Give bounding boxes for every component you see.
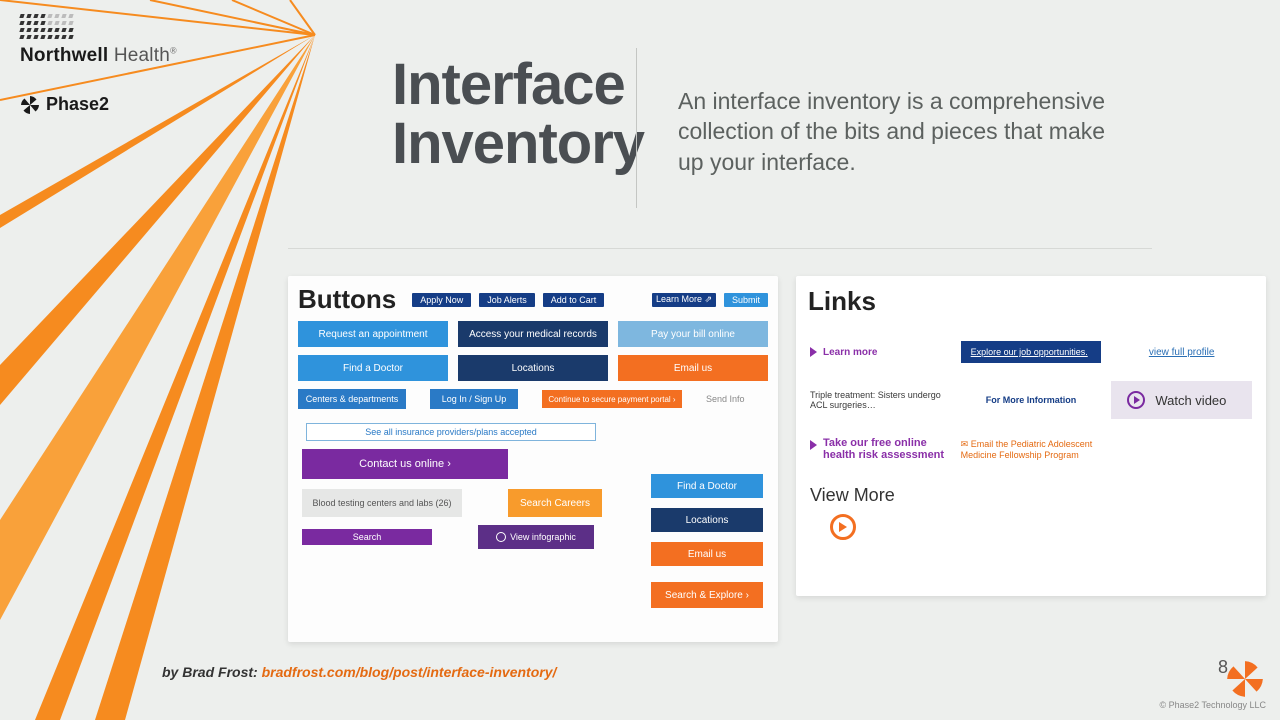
side-locations-button[interactable]: Locations: [651, 508, 763, 532]
search-explore-button[interactable]: Search & Explore ›: [651, 582, 763, 608]
add-to-cart-button[interactable]: Add to Cart: [543, 293, 605, 307]
credit-line: by Brad Frost: bradfrost.com/blog/post/i…: [162, 664, 556, 680]
links-panel: Links Learn more Explore our job opportu…: [796, 276, 1266, 596]
explore-jobs-link[interactable]: Explore our job opportunities.: [961, 341, 1102, 363]
northwell-dot-icon: [20, 14, 177, 39]
risk-assessment-link[interactable]: Take our free online health risk assessm…: [810, 437, 951, 461]
brand-block: Northwell Health®: [20, 14, 177, 67]
learn-more-link[interactable]: Learn more: [810, 347, 951, 358]
payment-portal-button[interactable]: Continue to secure payment portal ›: [542, 390, 682, 408]
title-line-2: Inventory: [392, 114, 644, 173]
slide: Northwell Health® Phase2 Interface Inven…: [0, 0, 1280, 720]
request-appointment-button[interactable]: Request an appointment: [298, 321, 448, 347]
learn-more-button[interactable]: Learn More ⇗: [652, 293, 716, 307]
arrow-circle-right-icon[interactable]: [830, 514, 856, 540]
email-us-button[interactable]: Email us: [618, 355, 768, 381]
blood-testing-button[interactable]: Blood testing centers and labs (26): [302, 489, 462, 517]
search-careers-button[interactable]: Search Careers: [508, 489, 602, 517]
northwell-word-b: Health: [108, 45, 170, 66]
submit-button[interactable]: Submit: [724, 293, 768, 307]
copyright: © Phase2 Technology LLC: [1159, 700, 1266, 710]
northwell-logo: Northwell Health®: [20, 45, 177, 67]
view-infographic-button[interactable]: View infographic: [478, 525, 594, 549]
vertical-divider: [636, 48, 637, 208]
phase2-word: Phase2: [46, 94, 109, 115]
links-panel-title: Links: [796, 276, 1266, 323]
job-alerts-button[interactable]: Job Alerts: [479, 293, 535, 307]
view-more-block: View More: [796, 471, 1266, 558]
links-grid: Learn more Explore our job opportunities…: [796, 323, 1266, 471]
slide-lede: An interface inventory is a comprehensiv…: [678, 86, 1118, 177]
apply-now-button[interactable]: Apply Now: [412, 293, 471, 307]
caret-right-icon: [810, 347, 817, 357]
triple-treatment-link[interactable]: Triple treatment: Sisters undergo ACL su…: [810, 390, 951, 410]
pay-bill-button[interactable]: Pay your bill online: [618, 321, 768, 347]
contact-us-button[interactable]: Contact us online ›: [302, 449, 508, 479]
northwell-word-a: Northwell: [20, 45, 108, 66]
play-circle-icon: [1127, 391, 1145, 409]
view-more-label: View More: [810, 485, 1252, 506]
footer-mark: 8 © Phase2 Technology LLC: [1159, 658, 1266, 710]
caret-right-icon: [810, 440, 817, 450]
credit-prefix: by Brad Frost:: [162, 664, 262, 680]
find-doctor-button[interactable]: Find a Doctor: [298, 355, 448, 381]
side-find-doctor-button[interactable]: Find a Doctor: [651, 474, 763, 498]
buttons-side-column: Find a Doctor Locations Email us Search …: [651, 474, 763, 608]
page-number: 8: [1218, 657, 1228, 678]
locations-button[interactable]: Locations: [458, 355, 608, 381]
centers-departments-button[interactable]: Centers & departments: [298, 389, 406, 409]
more-information-link[interactable]: For More Information: [961, 395, 1102, 405]
phase2-pinwheel-icon: [1224, 658, 1266, 700]
side-email-us-button[interactable]: Email us: [651, 542, 763, 566]
title-line-1: Interface: [392, 55, 644, 114]
watch-video-link[interactable]: Watch video: [1111, 381, 1252, 419]
pinwheel-icon: [20, 95, 40, 115]
view-full-profile-link[interactable]: view full profile: [1111, 347, 1252, 358]
send-info-link[interactable]: Send Info: [706, 394, 745, 404]
buttons-panel-title: Buttons: [298, 284, 396, 315]
phase2-logo: Phase2: [20, 94, 109, 115]
email-fellowship-link[interactable]: ✉ Email the Pediatric Adolescent Medicin…: [961, 439, 1101, 460]
registered-mark: ®: [170, 46, 177, 56]
login-signup-button[interactable]: Log In / Sign Up: [430, 389, 518, 409]
slide-title: Interface Inventory: [392, 55, 644, 173]
medical-records-button[interactable]: Access your medical records: [458, 321, 608, 347]
credit-url[interactable]: bradfrost.com/blog/post/interface-invent…: [262, 664, 557, 680]
insurance-providers-button[interactable]: See all insurance providers/plans accept…: [306, 423, 596, 441]
buttons-panel: Buttons Apply Now Job Alerts Add to Cart…: [288, 276, 778, 642]
horizontal-rule: [288, 248, 1152, 249]
search-button[interactable]: Search: [302, 529, 432, 545]
